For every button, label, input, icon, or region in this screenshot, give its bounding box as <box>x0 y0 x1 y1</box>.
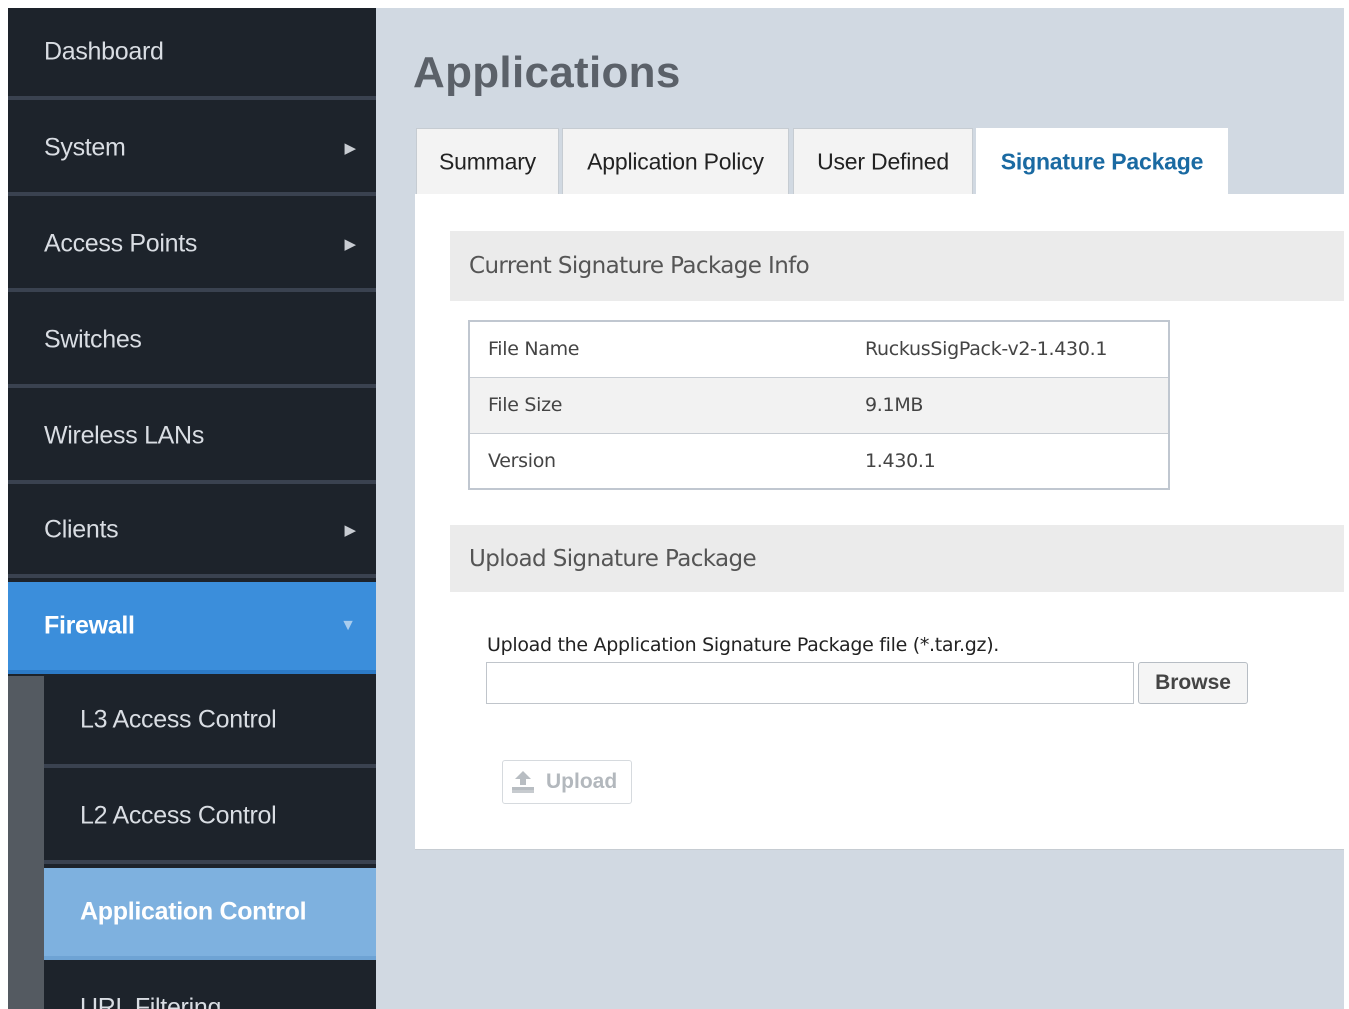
row-key: File Name <box>488 338 580 361</box>
sidebar-item-label: Clients <box>44 515 119 544</box>
row-key: Version <box>469 432 847 489</box>
section-title: Upload Signature Package <box>469 545 757 572</box>
row-key: File Size <box>469 376 847 433</box>
tab-label: Application Policy <box>587 148 764 174</box>
tab-label: Signature Package <box>1000 148 1204 175</box>
app-frame: Dashboard System ▶ Access Points ▶ Switc… <box>8 8 1344 1009</box>
expand-arrow-icon: ▶ <box>344 236 356 253</box>
file-path-input[interactable] <box>486 662 1134 704</box>
sidebar-item-system[interactable]: System ▶ <box>8 104 376 196</box>
tab-application-policy[interactable]: Application Policy <box>562 128 789 194</box>
collapse-arrow-icon: ▼ <box>340 617 356 634</box>
package-info-table: File Name RuckusSigPack-v2-1.430.1 File … <box>468 320 1170 490</box>
sidebar-item-label: Firewall <box>44 611 135 640</box>
sidebar-item-clients[interactable]: Clients ▶ <box>8 486 376 578</box>
section-title: Current Signature Package Info <box>469 253 810 279</box>
sidebar: Dashboard System ▶ Access Points ▶ Switc… <box>8 8 376 1009</box>
signature-package-panel: Current Signature Package Info File Name… <box>415 194 1344 850</box>
row-value: RuckusSigPack-v2-1.430.1 <box>865 338 1108 361</box>
expand-arrow-icon: ▶ <box>344 522 356 539</box>
subnav-gutter <box>8 676 44 1009</box>
tab-label: Summary <box>438 148 536 174</box>
sidebar-subitem-l3-access-control[interactable]: L3 Access Control <box>44 676 376 768</box>
tab-label: User Defined <box>817 148 949 174</box>
table-row: Version 1.430.1 <box>469 432 1169 489</box>
sidebar-subitem-url-filtering[interactable]: URL Filtering <box>44 964 376 1009</box>
sidebar-item-label: Dashboard <box>44 37 164 66</box>
sidebar-item-label: Access Points <box>44 229 198 258</box>
upload-section-header: Upload Signature Package <box>450 525 1344 592</box>
upload-button[interactable]: Upload <box>502 760 632 804</box>
table-row: File Size 9.1MB <box>469 376 1169 433</box>
sidebar-subitem-label: L2 Access Control <box>80 801 277 830</box>
sidebar-item-firewall[interactable]: Firewall ▼ <box>8 582 376 674</box>
upload-icon <box>512 771 534 793</box>
sidebar-subitem-label: Application Control <box>80 897 307 926</box>
sidebar-subitem-application-control[interactable]: Application Control <box>44 868 376 960</box>
current-package-section-header: Current Signature Package Info <box>450 231 1344 301</box>
upload-instruction: Upload the Application Signature Package… <box>487 634 1000 656</box>
tab-summary[interactable]: Summary <box>416 128 559 194</box>
browse-button[interactable]: Browse <box>1138 662 1248 704</box>
sidebar-item-wireless-lans[interactable]: Wireless LANs <box>8 392 376 484</box>
sidebar-item-switches[interactable]: Switches <box>8 296 376 388</box>
row-value: 9.1MB <box>847 376 1169 433</box>
sidebar-item-label: System <box>44 133 126 162</box>
upload-button-label: Upload <box>546 770 618 793</box>
expand-arrow-icon: ▶ <box>344 140 356 157</box>
sidebar-item-label: Wireless LANs <box>44 421 205 450</box>
tab-user-defined[interactable]: User Defined <box>793 128 973 194</box>
sidebar-item-label: Switches <box>44 325 142 354</box>
sidebar-item-dashboard[interactable]: Dashboard <box>8 8 376 100</box>
sidebar-item-access-points[interactable]: Access Points ▶ <box>8 200 376 292</box>
page-title: Applications <box>413 48 681 97</box>
tab-signature-package[interactable]: Signature Package <box>976 128 1228 195</box>
row-value: 1.430.1 <box>847 432 1169 489</box>
sidebar-subitem-label: URL Filtering <box>80 993 222 1009</box>
table-row: File Name RuckusSigPack-v2-1.430.1 <box>469 321 1169 377</box>
sidebar-subitem-l2-access-control[interactable]: L2 Access Control <box>44 772 376 864</box>
sidebar-subitem-label: L3 Access Control <box>80 705 277 734</box>
